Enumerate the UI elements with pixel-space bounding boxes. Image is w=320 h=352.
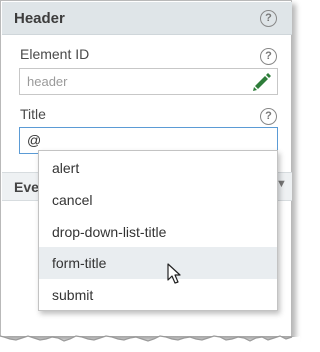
- events-label: Eve: [14, 179, 39, 195]
- dropdown-option-hovered[interactable]: form-title: [39, 247, 277, 279]
- mouse-cursor-icon: [167, 263, 181, 284]
- panel-title: Header: [14, 10, 65, 27]
- title-label: Title: [20, 106, 46, 122]
- dropdown-option[interactable]: alert: [39, 152, 277, 184]
- title-suggestions-dropdown[interactable]: alert cancel drop-down-list-title form-t…: [38, 150, 278, 311]
- element-id-label: Element ID: [20, 46, 90, 62]
- dropdown-option[interactable]: submit: [39, 279, 277, 311]
- element-id-help-icon[interactable]: ?: [260, 48, 277, 65]
- help-icon[interactable]: ?: [260, 10, 277, 27]
- dropdown-option[interactable]: drop-down-list-title: [39, 216, 277, 248]
- panel-header: Header ?: [2, 2, 292, 35]
- pencil-icon[interactable]: [251, 70, 273, 92]
- element-id-input[interactable]: header: [19, 68, 278, 95]
- dropdown-option[interactable]: cancel: [39, 184, 277, 216]
- title-help-icon[interactable]: ?: [260, 108, 277, 125]
- torn-edge: [0, 335, 300, 352]
